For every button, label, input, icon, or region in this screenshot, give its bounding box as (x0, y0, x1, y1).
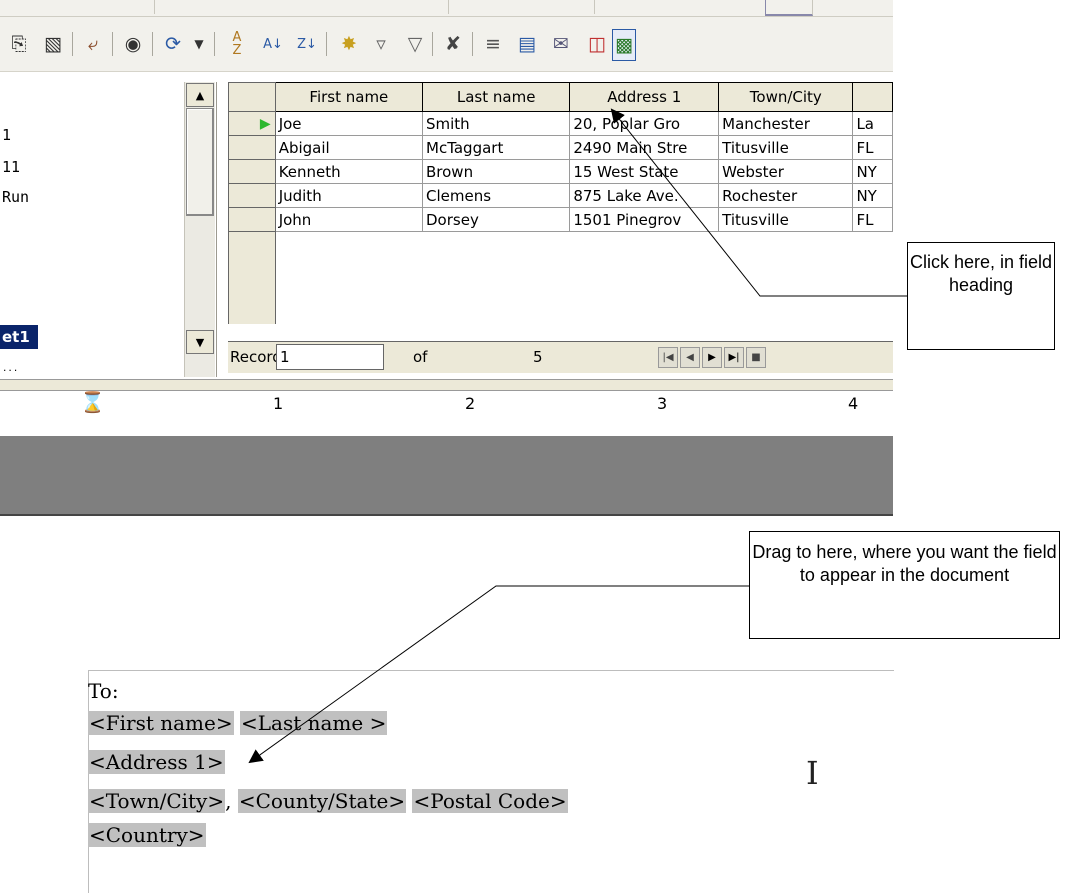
arrow-click-here (610, 108, 907, 297)
arrow-drag-here (248, 585, 749, 764)
annotation-arrows (248, 108, 907, 764)
